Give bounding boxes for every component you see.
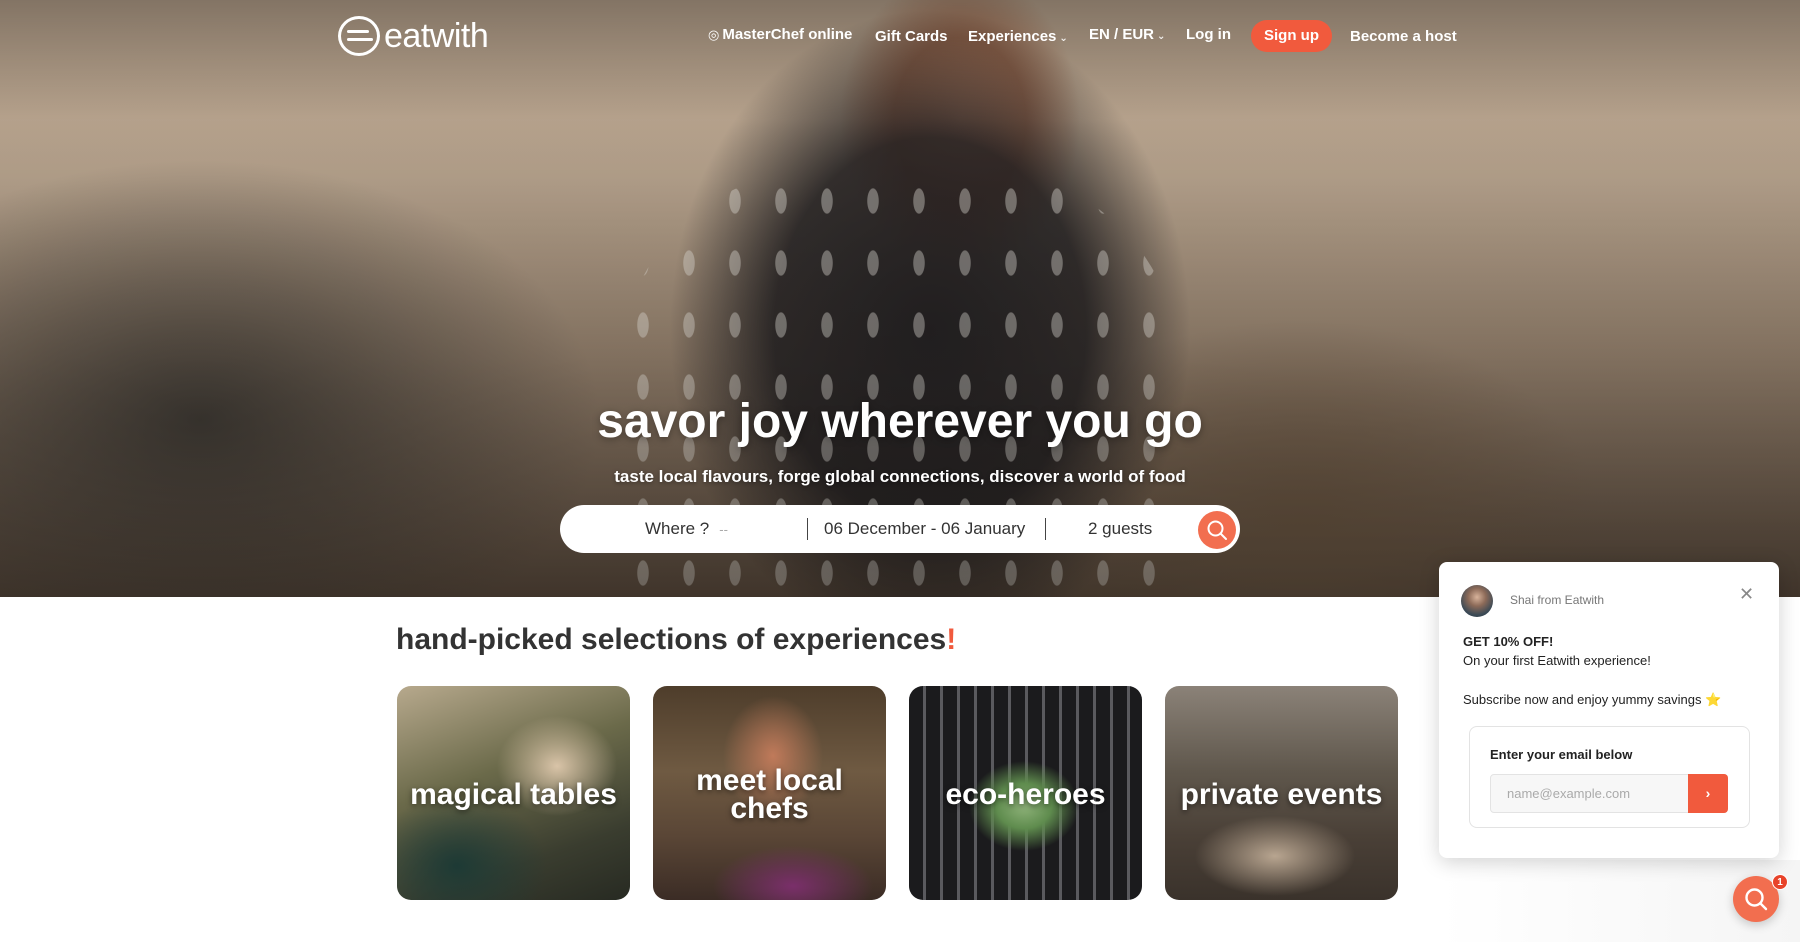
nav-language-label: EN / EUR xyxy=(1089,26,1155,43)
hero-headline: savor joy wherever you go xyxy=(597,395,1203,448)
globe-icon: ◎ xyxy=(708,27,720,42)
guests-field[interactable]: 2 guests xyxy=(1088,505,1152,553)
logo-text: eatwith xyxy=(384,16,489,55)
nav-language-dropdown[interactable]: EN / EUR ⌄ xyxy=(1089,26,1165,43)
card-meet-local-chefs[interactable]: meet local chefs xyxy=(653,686,886,900)
card-private-events[interactable]: private events xyxy=(1165,686,1398,900)
card-label: magical tables xyxy=(410,778,617,811)
top-nav: eatwith ◎ MasterChef online Gift Cards Ex… xyxy=(0,0,1800,80)
signup-button[interactable]: Sign up xyxy=(1251,20,1332,52)
search-button[interactable] xyxy=(1198,511,1236,549)
card-label: eco-heroes xyxy=(945,778,1106,811)
nav-gift-cards-link[interactable]: Gift Cards xyxy=(875,28,948,45)
nav-masterchef-link[interactable]: ◎ MasterChef online xyxy=(708,26,852,43)
section-title: hand-picked selections of experiences! xyxy=(396,623,956,657)
notification-badge: 1 xyxy=(1772,874,1788,890)
email-form: Enter your email below › xyxy=(1469,726,1750,828)
popup-heading: GET 10% OFF! xyxy=(1463,634,1554,649)
search-divider xyxy=(807,518,808,540)
chevron-down-icon: ⌄ xyxy=(1059,33,1068,44)
section-title-text: hand-picked selections of experiences xyxy=(396,623,947,656)
become-host-link[interactable]: Become a host xyxy=(1350,28,1457,45)
popup-sender: Shai from Eatwith xyxy=(1510,593,1605,607)
email-label: Enter your email below xyxy=(1490,747,1633,762)
where-field[interactable]: Where ? -- xyxy=(645,505,728,553)
popup-line2: Subscribe now and enjoy yummy savings ⭐ xyxy=(1463,692,1722,707)
date-range-field[interactable]: 06 December - 06 January xyxy=(824,505,1025,553)
search-bar: Where ? -- 06 December - 06 January 2 gue… xyxy=(560,505,1240,553)
nav-experiences-label: Experiences xyxy=(968,28,1057,45)
card-magical-tables[interactable]: magical tables xyxy=(397,686,630,900)
card-label: private events xyxy=(1180,778,1383,811)
search-divider xyxy=(1045,518,1046,540)
card-label-line2: chefs xyxy=(730,792,809,825)
search-icon xyxy=(1207,520,1227,540)
card-eco-heroes[interactable]: eco-heroes xyxy=(909,686,1142,900)
nav-masterchef-label: MasterChef online xyxy=(722,26,853,43)
avatar xyxy=(1461,585,1493,617)
logo[interactable]: eatwith xyxy=(338,16,489,56)
where-label: Where ? xyxy=(645,519,710,538)
card-label: meet local xyxy=(696,764,843,797)
logo-icon xyxy=(338,16,380,56)
login-link[interactable]: Log in xyxy=(1186,26,1231,43)
chat-search-icon xyxy=(1745,888,1768,911)
popup-line1: On your first Eatwith experience! xyxy=(1463,653,1651,668)
email-submit-button[interactable]: › xyxy=(1688,774,1728,813)
newsletter-popup: Shai from Eatwith ✕ GET 10% OFF! On your… xyxy=(1439,562,1779,858)
section-title-accent: ! xyxy=(946,623,957,656)
hero-subline: taste local flavours, forge global conne… xyxy=(614,467,1186,486)
chevron-down-icon: ⌄ xyxy=(1157,31,1166,42)
close-icon[interactable]: ✕ xyxy=(1739,584,1754,605)
nav-experiences-dropdown[interactable]: Experiences ⌄ xyxy=(968,28,1068,45)
where-placeholder: -- xyxy=(719,522,728,537)
